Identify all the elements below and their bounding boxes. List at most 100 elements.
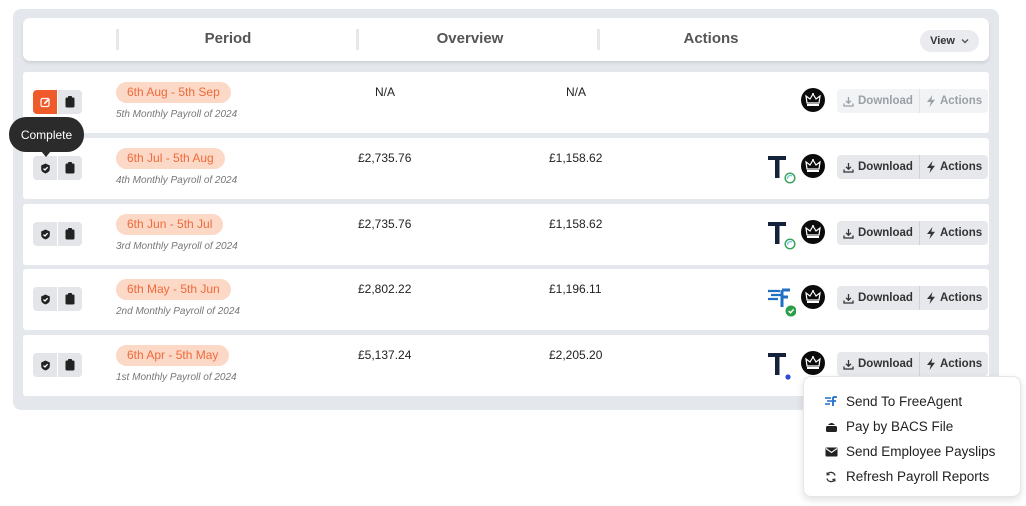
menu-item-send-payslips[interactable]: Send Employee Payslips — [804, 439, 1020, 464]
header-period: Period — [204, 30, 252, 47]
header-overview: Overview — [436, 30, 504, 47]
download-label: Download — [858, 292, 913, 304]
clipboard-icon[interactable] — [58, 222, 82, 246]
edit-icon[interactable] — [33, 90, 57, 114]
menu-item-pay-by-bacs[interactable]: Pay by BACS File — [804, 414, 1020, 439]
period-badge: 6th Jun - 5th Jul — [116, 214, 224, 235]
table-header: Period Overview Actions — [23, 18, 989, 61]
menu-item-label: Pay by BACS File — [846, 419, 954, 434]
tapestry-logo-icon — [766, 349, 796, 383]
download-label: Download — [858, 358, 913, 370]
clipboard-icon[interactable] — [58, 90, 82, 114]
row-action-buttons: Download Actions — [837, 155, 989, 179]
period-subtitle: 1st Monthly Payroll of 2024 — [116, 372, 237, 383]
payroll-row: 6th Aug - 5th Sep 5th Monthly Payroll of … — [23, 72, 989, 133]
bolt-icon — [926, 227, 936, 239]
download-icon — [843, 96, 854, 107]
overview-value-2: N/A — [566, 85, 587, 99]
period-badge: 6th Apr - 5th May — [116, 345, 230, 366]
envelope-icon — [824, 447, 838, 457]
actions-button[interactable]: Actions — [918, 352, 989, 376]
download-icon — [843, 162, 854, 173]
row-status-buttons — [33, 222, 82, 246]
download-button[interactable]: Download — [837, 155, 919, 179]
menu-item-label: Send To FreeAgent — [846, 394, 963, 409]
clipboard-icon[interactable] — [58, 156, 82, 180]
menu-item-label: Send Employee Payslips — [846, 444, 996, 459]
row-action-buttons: Download Actions — [837, 286, 989, 310]
download-icon — [843, 359, 854, 370]
bolt-icon — [926, 292, 936, 304]
actions-label: Actions — [939, 358, 983, 370]
row-action-buttons: Download Actions — [837, 221, 989, 245]
overview-value-1: £2,735.76 — [358, 217, 412, 231]
row-action-buttons: Download Actions — [837, 89, 989, 113]
hmrc-crown-icon — [801, 351, 825, 375]
row-status-buttons — [33, 287, 82, 311]
actions-dropdown-menu: Send To FreeAgent Pay by BACS File Send … — [803, 376, 1021, 497]
download-button[interactable]: Download — [837, 221, 919, 245]
payroll-row: 6th Jul - 5th Aug 4th Monthly Payroll of … — [23, 138, 989, 199]
download-icon — [843, 293, 854, 304]
download-icon — [843, 228, 854, 239]
bolt-icon — [926, 358, 936, 370]
download-button[interactable]: Download — [837, 352, 919, 376]
header-actions: Actions — [683, 30, 739, 47]
actions-label: Actions — [939, 161, 983, 173]
overview-value-1: £5,137.24 — [358, 348, 412, 362]
complete-status-icon[interactable] — [33, 287, 57, 311]
download-button[interactable]: Download — [837, 89, 919, 113]
payroll-row: 6th Jun - 5th Jul 3rd Monthly Payroll of … — [23, 204, 989, 265]
hmrc-crown-icon — [801, 88, 825, 112]
actions-button[interactable]: Actions — [918, 221, 989, 245]
overview-value-1: £2,802.22 — [358, 282, 412, 296]
complete-status-icon[interactable] — [33, 222, 57, 246]
view-button[interactable]: View — [920, 30, 979, 52]
status-tooltip: Complete — [9, 117, 84, 157]
clipboard-icon[interactable] — [58, 287, 82, 311]
tapestry-logo-icon — [766, 218, 796, 252]
period-badge: 6th May - 5th Jun — [116, 279, 231, 300]
actions-button[interactable]: Actions — [918, 286, 989, 310]
menu-item-label: Refresh Payroll Reports — [846, 469, 990, 484]
bolt-icon — [926, 161, 936, 173]
freeagent-logo-icon — [766, 283, 797, 317]
download-button[interactable]: Download — [837, 286, 919, 310]
chevron-down-icon — [961, 37, 969, 46]
menu-item-refresh-reports[interactable]: Refresh Payroll Reports — [804, 464, 1020, 489]
period-subtitle: 3rd Monthly Payroll of 2024 — [116, 241, 238, 252]
freeagent-icon — [824, 396, 838, 407]
row-status-buttons — [33, 156, 82, 180]
bank-icon — [824, 421, 838, 433]
actions-label: Actions — [939, 227, 983, 239]
overview-value-2: £1,158.62 — [549, 151, 603, 165]
refresh-icon — [824, 471, 838, 483]
view-button-label: View — [930, 35, 955, 47]
complete-status-icon[interactable] — [33, 156, 57, 180]
overview-value-2: £1,196.11 — [549, 282, 602, 296]
clipboard-icon[interactable] — [58, 353, 82, 377]
actions-button[interactable]: Actions — [918, 89, 989, 113]
hmrc-crown-icon — [801, 285, 825, 309]
row-action-buttons: Download Actions — [837, 352, 989, 376]
actions-label: Actions — [939, 95, 983, 107]
period-subtitle: 2nd Monthly Payroll of 2024 — [116, 306, 240, 317]
period-badge: 6th Aug - 5th Sep — [116, 82, 231, 103]
overview-value-1: N/A — [375, 85, 396, 99]
overview-value-1: £2,735.76 — [358, 151, 412, 165]
row-status-buttons — [33, 90, 82, 114]
complete-status-icon[interactable] — [33, 353, 57, 377]
actions-button[interactable]: Actions — [918, 155, 989, 179]
bolt-icon — [926, 95, 936, 107]
menu-item-send-to-freeagent[interactable]: Send To FreeAgent — [804, 389, 1020, 414]
download-label: Download — [858, 227, 913, 239]
hmrc-crown-icon — [801, 220, 825, 244]
overview-value-2: £1,158.62 — [549, 217, 603, 231]
hmrc-crown-icon — [801, 154, 825, 178]
overview-value-2: £2,205.20 — [549, 348, 603, 362]
tooltip-text: Complete — [20, 127, 73, 142]
payroll-row: 6th May - 5th Jun 2nd Monthly Payroll of … — [23, 269, 989, 330]
tapestry-logo-icon — [766, 152, 796, 186]
actions-label: Actions — [939, 292, 983, 304]
download-label: Download — [858, 161, 913, 173]
